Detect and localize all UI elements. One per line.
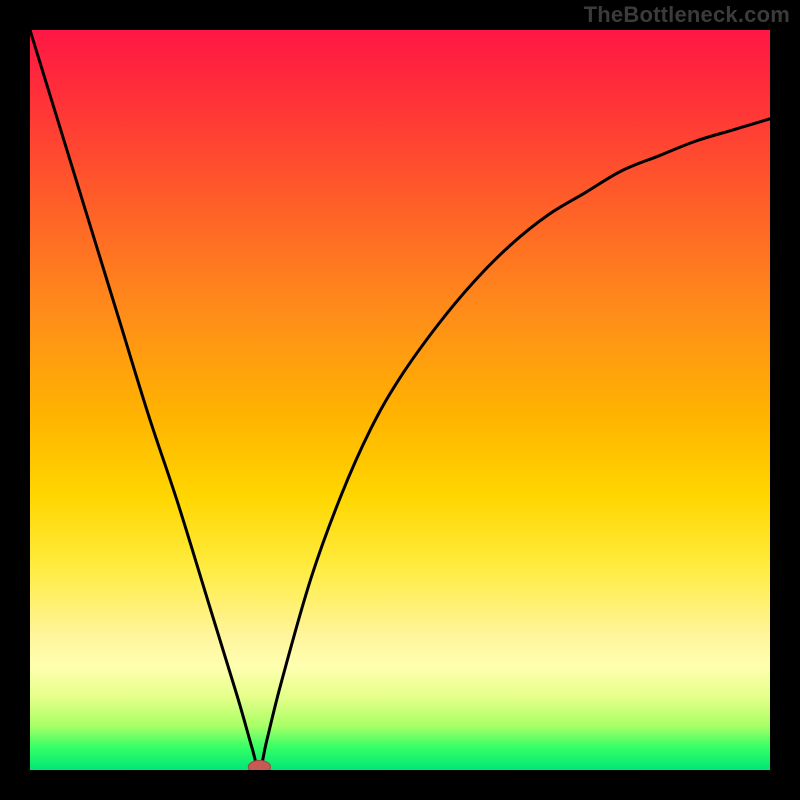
watermark-text: TheBottleneck.com bbox=[584, 2, 790, 28]
curve-layer bbox=[30, 30, 770, 770]
bottleneck-curve bbox=[30, 30, 770, 770]
plot-area bbox=[30, 30, 770, 770]
minimum-marker bbox=[248, 760, 270, 770]
chart-frame: TheBottleneck.com bbox=[0, 0, 800, 800]
